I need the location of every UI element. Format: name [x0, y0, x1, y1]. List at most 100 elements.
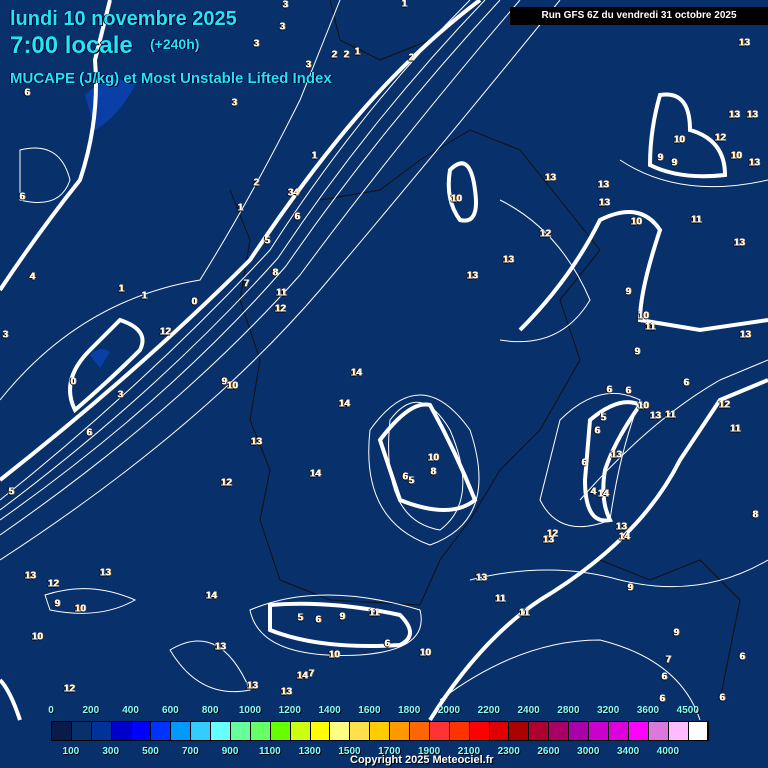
legend-tick-top: 2000 [437, 705, 461, 716]
legend-swatch [549, 722, 570, 740]
contour-value-label: 1 [118, 283, 124, 295]
contour-value-label: 14 [618, 531, 630, 543]
legend-swatch [310, 722, 331, 740]
legend-tick-bottom: 2600 [537, 746, 560, 757]
contour-value-label: 10 [226, 380, 238, 392]
legend-swatch [270, 722, 291, 740]
contour-value-label: 6 [594, 425, 600, 437]
contour-value-label: 6 [683, 377, 689, 389]
contour-value-label: 6 [659, 693, 665, 705]
contour-value-label: 10 [328, 649, 340, 661]
legend-tick-bottom: 1300 [298, 746, 321, 757]
contour-value-label: 13 [250, 436, 262, 448]
contour-value-label: 13 [280, 686, 292, 698]
contour-value-label: 3 [2, 329, 8, 341]
contour-value-label: 9 [673, 627, 679, 639]
contour-value-label: 10 [730, 150, 742, 162]
legend-swatch [410, 722, 430, 740]
contour-value-label: 6 [625, 385, 631, 397]
contour-value-label: 12 [539, 228, 551, 240]
contour-value-label: 11 [664, 409, 676, 421]
contour-value-label: 9 [671, 157, 677, 169]
legend-swatch [71, 722, 92, 740]
contour-value-label: 5 [297, 612, 303, 624]
legend-tick-top: 200 [82, 705, 100, 716]
contour-value-label: 10 [637, 400, 649, 412]
contour-value-label: 3 [253, 38, 259, 50]
contour-value-label: 6 [661, 671, 667, 683]
legend-tick-top: 3600 [636, 705, 660, 716]
contour-value-label: 34 [287, 187, 299, 199]
contour-value-label: 8 [430, 466, 436, 478]
legend-tick-top: 800 [201, 705, 219, 716]
contour-value-label: 12 [63, 683, 75, 695]
contour-value-label: 9 [627, 582, 633, 594]
legend-swatch [52, 722, 72, 740]
contour-value-label: 13 [598, 197, 610, 209]
contour-value-label: 13 [733, 237, 745, 249]
contour-value-label: 13 [738, 37, 750, 49]
contour-value-label: 10 [74, 603, 86, 615]
contour-value-label: 2 [253, 177, 259, 189]
legend-swatch [171, 722, 192, 740]
contour-value-label: 5 [408, 475, 414, 487]
contour-value-label: 9 [625, 286, 631, 298]
legend-swatch [330, 722, 351, 740]
model-run-banner: Run GFS 6Z du vendredi 31 octobre 2025 [510, 7, 768, 25]
legend-tick-bottom: 4000 [656, 746, 680, 757]
color-scale-legend [51, 721, 710, 741]
contour-value-label: 14 [597, 488, 609, 500]
contour-value-label: 3 [282, 0, 288, 11]
contour-value-label: 13 [728, 109, 740, 121]
contour-value-label: 13 [466, 270, 478, 282]
contour-value-label: 13 [746, 109, 758, 121]
legend-tick-top: 1600 [358, 705, 381, 716]
contour-value-label: 9 [339, 611, 345, 623]
contour-value-label: 11 [518, 607, 530, 619]
contour-value-label: 13 [610, 449, 622, 461]
contour-value-label: 6 [719, 692, 725, 704]
contour-value-label: 12 [159, 326, 171, 338]
contour-value-label: 13 [214, 641, 226, 653]
legend-tick-bottom: 2300 [497, 746, 520, 757]
forecast-lead-time: (+240h) [150, 36, 200, 52]
contour-value-label: 14 [338, 398, 350, 410]
legend-tick-bottom: 700 [181, 746, 199, 757]
contour-value-label: 14 [309, 468, 321, 480]
contour-value-label: 6 [19, 191, 25, 203]
contour-value-label: 13 [99, 567, 111, 579]
contour-value-label: 3 [279, 21, 285, 33]
contour-value-label: 10 [673, 134, 685, 146]
legend-tick-bottom: 3000 [577, 746, 600, 757]
legend-swatch [489, 722, 510, 740]
legend-tick-bottom: 1100 [259, 746, 281, 757]
coastlines [229, 0, 741, 701]
contour-value-label: 10 [637, 310, 649, 322]
legend-tick-top: 1400 [318, 705, 341, 716]
contour-value-label: 11 [644, 321, 656, 333]
legend-tick-bottom: 300 [102, 746, 120, 757]
legend-swatch [111, 722, 132, 740]
contour-value-label: 11 [494, 593, 506, 605]
contour-value-label: 11 [275, 287, 287, 299]
legend-swatch [688, 722, 709, 740]
contour-value-label: 5 [264, 235, 270, 247]
legend-swatch [250, 722, 271, 740]
contour-value-label: 12 [220, 477, 232, 489]
legend-tick-top: 1200 [278, 705, 301, 716]
copyright: Copyright 2025 Meteociel.fr [350, 754, 494, 766]
legend-tick-top: 1800 [398, 705, 421, 716]
contour-value-label: 6 [86, 427, 92, 439]
contour-value-label: 14 [350, 367, 362, 379]
legend-tick-top: 2200 [477, 705, 500, 716]
contour-value-label: 12 [714, 132, 726, 144]
legend-swatch [211, 722, 232, 740]
legend-tick-top: 2400 [517, 705, 540, 716]
contour-value-label: 13 [24, 570, 36, 582]
contour-value-label: 2 [408, 52, 414, 64]
contour-value-label: 0 [191, 296, 197, 308]
contour-value-label: 7 [308, 668, 314, 680]
forecast-date: lundi 10 novembre 2025 [10, 8, 237, 30]
contour-value-label: 11 [690, 214, 702, 226]
contour-value-label: 6 [294, 211, 300, 223]
